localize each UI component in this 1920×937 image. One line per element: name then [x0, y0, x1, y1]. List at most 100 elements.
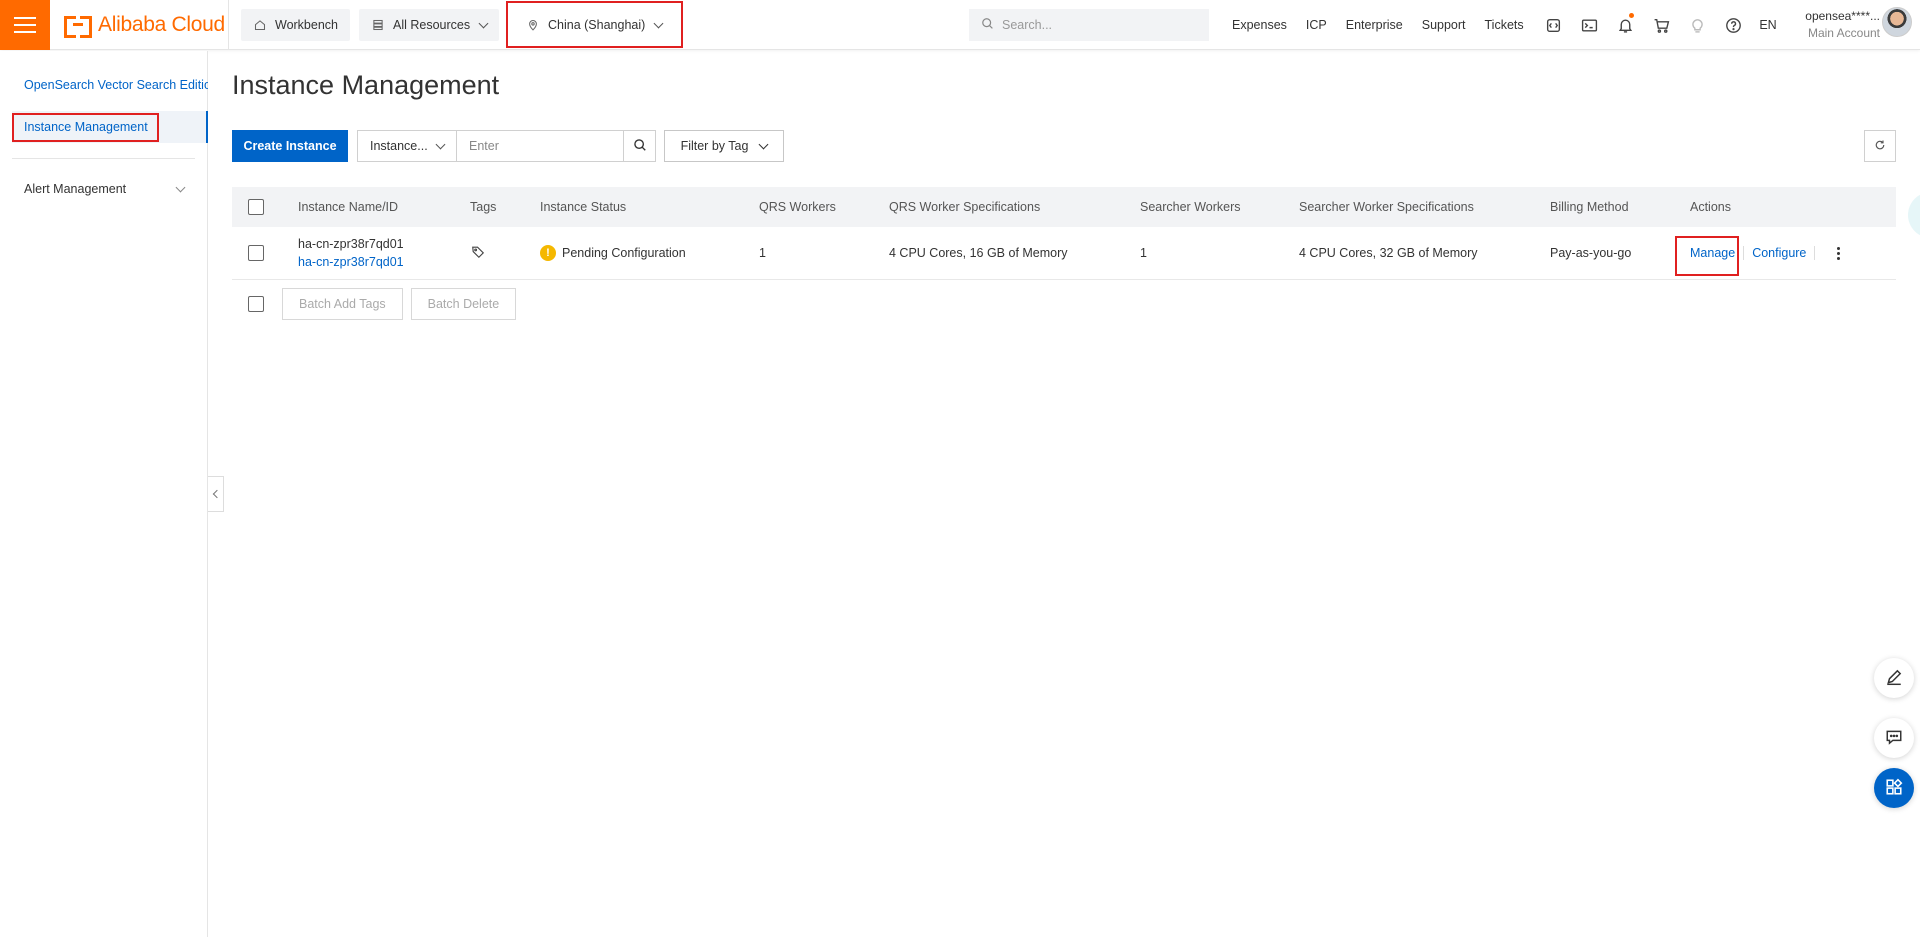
instance-id-link[interactable]: ha-cn-zpr38r7qd01	[298, 253, 404, 271]
action-divider	[1743, 246, 1745, 260]
sidebar-item-instance-management[interactable]: Instance Management	[12, 111, 208, 143]
qrs-workers: 1	[759, 246, 766, 260]
column-header: Actions	[1690, 200, 1731, 214]
expenses-link[interactable]: Expenses	[1232, 18, 1287, 32]
account-menu[interactable]: opensea****... Main Account	[1790, 8, 1880, 42]
search-field-select-value: Instance...	[370, 139, 428, 153]
instance-name: ha-cn-zpr38r7qd01	[298, 237, 404, 251]
batch-select-checkbox[interactable]	[248, 296, 264, 312]
column-header: Tags	[470, 200, 497, 214]
qrs-spec: 4 CPU Cores, 16 GB of Memory	[889, 246, 1068, 260]
notification-bell-icon[interactable]	[1607, 0, 1643, 50]
column-header: QRS Worker Specifications	[889, 200, 1041, 214]
more-actions-icon[interactable]	[1833, 245, 1844, 262]
header-icon-group: EN	[1535, 0, 1785, 50]
enterprise-link[interactable]: Enterprise	[1346, 18, 1403, 32]
refresh-button[interactable]	[1864, 130, 1896, 162]
top-navigation-bar: Alibaba Cloud Workbench All Resources Ch…	[0, 0, 1920, 50]
global-search-placeholder: Search...	[1002, 18, 1053, 32]
tickets-link[interactable]: Tickets	[1485, 18, 1524, 32]
status-text: Pending Configuration	[562, 246, 686, 260]
refresh-icon	[1874, 139, 1886, 154]
chevron-down-icon	[478, 18, 489, 28]
column-header: Searcher Workers	[1140, 200, 1241, 214]
chevron-left-icon	[212, 489, 222, 499]
workbench-label: Workbench	[275, 18, 338, 32]
region-selector[interactable]: China (Shanghai)	[514, 9, 675, 41]
action-divider	[1814, 246, 1816, 260]
workbench-button[interactable]: Workbench	[241, 9, 350, 41]
table-row: ha-cn-zpr38r7qd01 ha-cn-zpr38r7qd01 ! Pe…	[232, 227, 1896, 280]
edit-icon	[1885, 668, 1903, 689]
sidebar-collapse-button[interactable]	[208, 476, 224, 512]
chat-button[interactable]	[1874, 718, 1914, 758]
product-title[interactable]: OpenSearch Vector Search Edition	[24, 78, 208, 92]
notification-dot	[1629, 13, 1634, 18]
instance-search-button[interactable]	[623, 130, 656, 162]
manage-link[interactable]: Manage	[1690, 246, 1735, 260]
global-search[interactable]: Search...	[969, 9, 1209, 41]
row-actions: Manage Configure	[1690, 227, 1844, 279]
support-link[interactable]: Support	[1422, 18, 1466, 32]
filter-by-tag-button[interactable]: Filter by Tag	[664, 130, 784, 162]
location-pin-icon	[526, 18, 540, 32]
tag-icon[interactable]	[471, 245, 485, 262]
page-title: Instance Management	[232, 70, 500, 100]
search-icon	[633, 138, 647, 155]
column-header: Searcher Worker Specifications	[1299, 200, 1474, 214]
region-label: China (Shanghai)	[548, 18, 646, 32]
brand-name: Alibaba Cloud	[98, 13, 225, 36]
column-header: Billing Method	[1550, 200, 1629, 214]
alibaba-cloud-logo-icon	[64, 16, 92, 38]
batch-action-bar: Batch Add Tags Batch Delete	[232, 288, 517, 320]
all-resources-label: All Resources	[393, 18, 471, 32]
shopping-cart-icon[interactable]	[1643, 0, 1679, 50]
database-icon	[371, 18, 385, 32]
sidebar-item-alert-management[interactable]: Alert Management	[24, 182, 186, 196]
lightbulb-icon[interactable]	[1679, 0, 1715, 50]
chevron-down-icon	[435, 139, 446, 149]
side-panel-tab[interactable]	[1908, 192, 1920, 238]
instance-status: ! Pending Configuration	[540, 227, 686, 279]
warning-icon: !	[540, 245, 556, 261]
filter-by-tag-label: Filter by Tag	[680, 139, 749, 153]
sidebar-item-label: Alert Management	[24, 182, 127, 196]
feedback-edit-button[interactable]	[1874, 658, 1914, 698]
account-type: Main Account	[1807, 26, 1880, 40]
searcher-spec: 4 CPU Cores, 32 GB of Memory	[1299, 246, 1478, 260]
hamburger-menu-button[interactable]	[0, 0, 50, 50]
search-field-select[interactable]: Instance...	[357, 130, 457, 162]
divider	[228, 0, 229, 50]
column-header: Instance Status	[540, 200, 627, 214]
sidebar-divider	[12, 158, 195, 159]
all-resources-dropdown[interactable]: All Resources	[359, 9, 500, 41]
billing-method: Pay-as-you-go	[1550, 246, 1632, 260]
row-checkbox[interactable]	[248, 245, 264, 261]
configure-link[interactable]: Configure	[1752, 246, 1806, 260]
chevron-down-icon	[175, 182, 186, 192]
column-header: Instance Name/ID	[298, 200, 399, 214]
instance-search-input[interactable]	[456, 130, 624, 162]
language-switch[interactable]: EN	[1751, 18, 1785, 32]
select-all-checkbox[interactable]	[248, 199, 264, 215]
searcher-workers: 1	[1140, 246, 1147, 260]
create-instance-button[interactable]: Create Instance	[232, 130, 348, 162]
sidebar-item-label: Instance Management	[24, 120, 148, 134]
top-links: Expenses ICP Enterprise Support Tickets	[1232, 0, 1543, 50]
code-api-icon[interactable]	[1535, 0, 1571, 50]
search-icon	[981, 17, 994, 33]
column-header: QRS Workers	[759, 200, 836, 214]
table-header: Instance Name/ID Tags Instance Status QR…	[232, 187, 1896, 227]
chevron-down-icon	[758, 139, 769, 149]
batch-delete-button[interactable]: Batch Delete	[410, 288, 517, 320]
avatar[interactable]	[1882, 7, 1912, 37]
sidebar: OpenSearch Vector Search Edition Instanc…	[0, 51, 208, 937]
help-icon[interactable]	[1715, 0, 1751, 50]
instance-table: Instance Name/ID Tags Instance Status QR…	[232, 187, 1896, 280]
alibaba-cloud-logo[interactable]: Alibaba Cloud	[64, 12, 225, 38]
batch-add-tags-button[interactable]: Batch Add Tags	[282, 288, 403, 320]
apps-launcher-button[interactable]	[1874, 768, 1914, 808]
icp-link[interactable]: ICP	[1306, 18, 1327, 32]
terminal-icon[interactable]	[1571, 0, 1607, 50]
account-name: opensea****...	[1805, 9, 1880, 23]
